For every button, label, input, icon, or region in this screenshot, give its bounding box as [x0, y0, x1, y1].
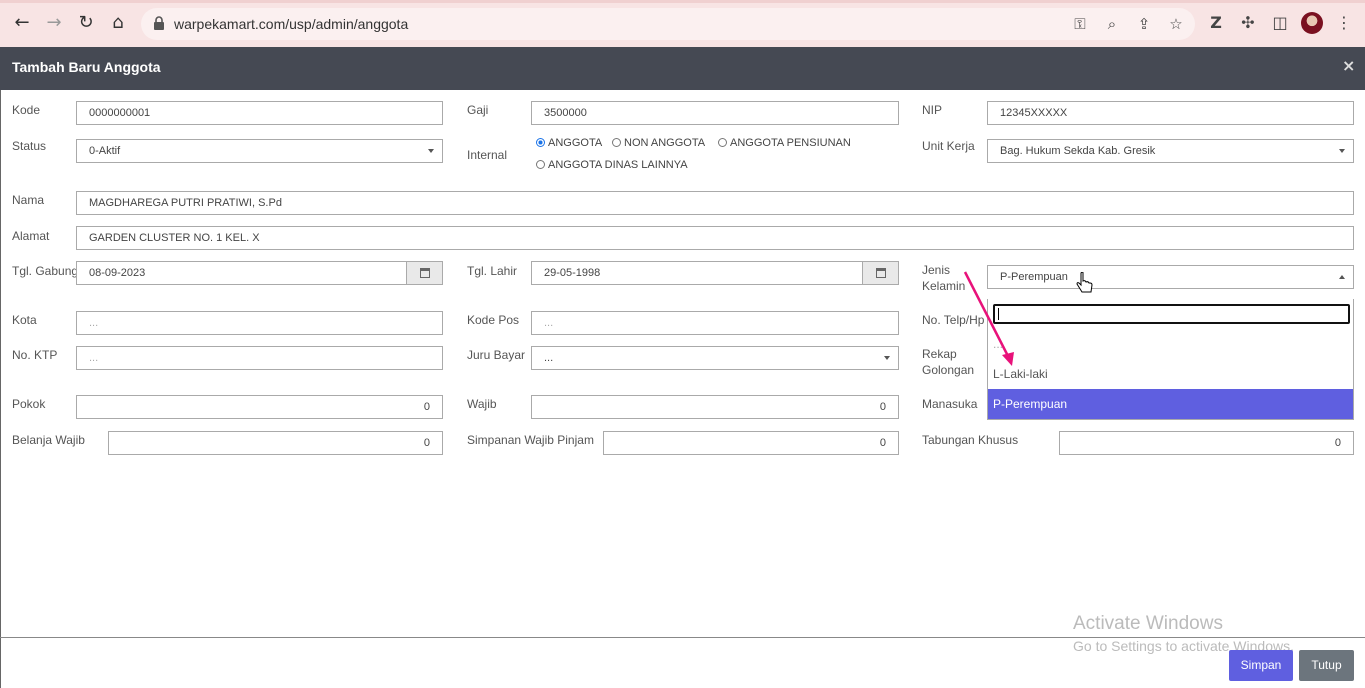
dropdown-option[interactable]: ...	[988, 329, 1353, 359]
nip-input[interactable]: 12345XXXXX	[987, 101, 1354, 125]
radio-anggota-dinas-lainnya[interactable]: ANGGOTA DINAS LAINNYA	[536, 159, 688, 171]
modal-header: Tambah Baru Anggota ×	[0, 47, 1365, 90]
side-panel-icon[interactable]: ◫	[1269, 12, 1291, 34]
unit-kerja-select-value: Bag. Hukum Sekda Kab. Gresik	[1000, 145, 1156, 157]
calendar-icon	[875, 268, 886, 278]
unit-kerja-select[interactable]: Bag. Hukum Sekda Kab. Gresik	[987, 139, 1354, 163]
dropdown-option-highlighted[interactable]: P-Perempuan	[988, 389, 1353, 419]
annotation-arrow-icon	[963, 271, 1014, 366]
key-icon[interactable]: ⚿	[1070, 14, 1090, 34]
modal-title: Tambah Baru Anggota	[12, 59, 161, 75]
tgl-lahir-calendar-button[interactable]	[863, 261, 899, 285]
close-icon[interactable]: ×	[1342, 56, 1355, 75]
extensions-puzzle-icon[interactable]: ✣	[1237, 12, 1259, 34]
jenis-kelamin-label-line1: Jenis	[922, 263, 951, 277]
more-menu-icon[interactable]: ⋮	[1333, 12, 1355, 34]
forward-icon[interactable]: →	[43, 12, 65, 34]
wajib-label: Wajib	[467, 397, 497, 411]
bookmark-star-icon[interactable]: ☆	[1166, 14, 1186, 34]
address-bar[interactable]: warpekamart.com/usp/admin/anggota ⚿ ⌕ ⇪ …	[141, 8, 1195, 40]
alamat-label: Alamat	[12, 229, 50, 243]
browser-toolbar: ← → ↻ ⌂ warpekamart.com/usp/admin/anggot…	[0, 0, 1365, 47]
tabungan-khusus-label: Tabungan Khusus	[922, 433, 1019, 447]
url-text: warpekamart.com/usp/admin/anggota	[174, 16, 409, 32]
kota-label: Kota	[12, 313, 37, 327]
status-label: Status	[12, 139, 47, 153]
home-icon[interactable]: ⌂	[107, 12, 129, 34]
radio-non-anggota-label: NON ANGGOTA	[624, 137, 706, 149]
gaji-label: Gaji	[467, 103, 489, 117]
kode-pos-label: Kode Pos	[467, 313, 520, 327]
gaji-input[interactable]: 3500000	[531, 101, 899, 125]
juru-bayar-select[interactable]: ...	[531, 346, 899, 370]
share-icon[interactable]: ⇪	[1134, 14, 1154, 34]
simpanan-wajib-pinjam-input[interactable]: 0	[603, 431, 899, 455]
belanja-wajib-input[interactable]: 0	[108, 431, 443, 455]
simpanan-wajib-pinjam-label: Simpanan Wajib Pinjam	[467, 433, 594, 447]
jenis-kelamin-dropdown: ... L-Laki-laki P-Perempuan	[987, 299, 1354, 420]
lock-icon	[154, 16, 164, 30]
calendar-icon	[419, 268, 430, 278]
kota-input[interactable]: ...	[76, 311, 443, 335]
no-ktp-label: No. KTP	[12, 348, 58, 362]
tgl-gabung-input[interactable]: 08-09-2023	[76, 261, 407, 285]
dropdown-option[interactable]: L-Laki-laki	[988, 359, 1353, 389]
pokok-input[interactable]: 0	[76, 395, 443, 419]
jenis-kelamin-select[interactable]: P-Perempuan	[987, 265, 1354, 289]
chevron-down-icon	[428, 149, 434, 153]
unit-kerja-label: Unit Kerja	[922, 139, 975, 153]
alamat-input[interactable]: GARDEN CLUSTER NO. 1 KEL. X	[76, 226, 1354, 250]
tabungan-khusus-input[interactable]: 0	[1059, 431, 1354, 455]
tab-strip	[0, 0, 1365, 3]
manasuka-label: Manasuka	[922, 397, 978, 411]
simpan-button[interactable]: Simpan	[1229, 650, 1293, 681]
radio-non-anggota[interactable]: NON ANGGOTA	[612, 137, 705, 149]
kode-input[interactable]: 0000000001	[76, 101, 443, 125]
wajib-input[interactable]: 0	[531, 395, 899, 419]
jenis-kelamin-label-line2: Kelamin	[922, 279, 966, 293]
radio-checked-icon	[536, 138, 545, 147]
nama-label: Nama	[12, 193, 45, 207]
rekap-golongan-label-line1: Rekap	[922, 347, 957, 361]
zoom-icon[interactable]: ⌕	[1102, 14, 1122, 34]
no-ktp-input[interactable]: ...	[76, 346, 443, 370]
belanja-wajib-label: Belanja Wajib	[12, 433, 85, 447]
radio-unchecked-icon	[718, 138, 727, 147]
juru-bayar-select-value: ...	[544, 352, 554, 364]
status-select-value: 0-Aktif	[89, 145, 121, 157]
radio-unchecked-icon	[612, 138, 621, 147]
radio-anggota-dinas-lainnya-label: ANGGOTA DINAS LAINNYA	[548, 159, 688, 171]
radio-anggota-label: ANGGOTA	[548, 137, 603, 149]
tgl-gabung-label: Tgl. Gabung	[12, 264, 79, 278]
windows-watermark-title: Activate Windows	[1073, 613, 1223, 634]
back-icon[interactable]: ←	[11, 12, 33, 34]
nip-label: NIP	[922, 103, 943, 117]
nama-input[interactable]: MAGDHAREGA PUTRI PRATIWI, S.Pd	[76, 191, 1354, 215]
dropdown-search-input[interactable]	[993, 304, 1350, 324]
radio-anggota-pensiunan-label: ANGGOTA PENSIUNAN	[730, 137, 851, 149]
pokok-label: Pokok	[12, 397, 46, 411]
tgl-lahir-input[interactable]: 29-05-1998	[531, 261, 863, 285]
status-select[interactable]: 0-Aktif	[76, 139, 443, 163]
tgl-lahir-label: Tgl. Lahir	[467, 264, 518, 278]
extension-z-icon[interactable]: Z	[1205, 12, 1227, 34]
internal-label: Internal	[467, 148, 508, 162]
radio-anggota[interactable]: ANGGOTA	[536, 137, 602, 149]
chevron-down-icon	[1339, 149, 1345, 153]
chevron-down-icon	[884, 356, 890, 360]
reload-icon[interactable]: ↻	[75, 12, 97, 34]
profile-avatar[interactable]	[1301, 12, 1323, 34]
tutup-button[interactable]: Tutup	[1299, 650, 1354, 681]
juru-bayar-label: Juru Bayar	[467, 348, 526, 362]
tgl-gabung-calendar-button[interactable]	[407, 261, 443, 285]
radio-unchecked-icon	[536, 160, 545, 169]
chevron-up-icon	[1339, 275, 1345, 279]
hand-cursor-icon	[1076, 272, 1093, 293]
kode-label: Kode	[12, 103, 41, 117]
kode-pos-input[interactable]: ...	[531, 311, 899, 335]
radio-anggota-pensiunan[interactable]: ANGGOTA PENSIUNAN	[718, 137, 851, 149]
